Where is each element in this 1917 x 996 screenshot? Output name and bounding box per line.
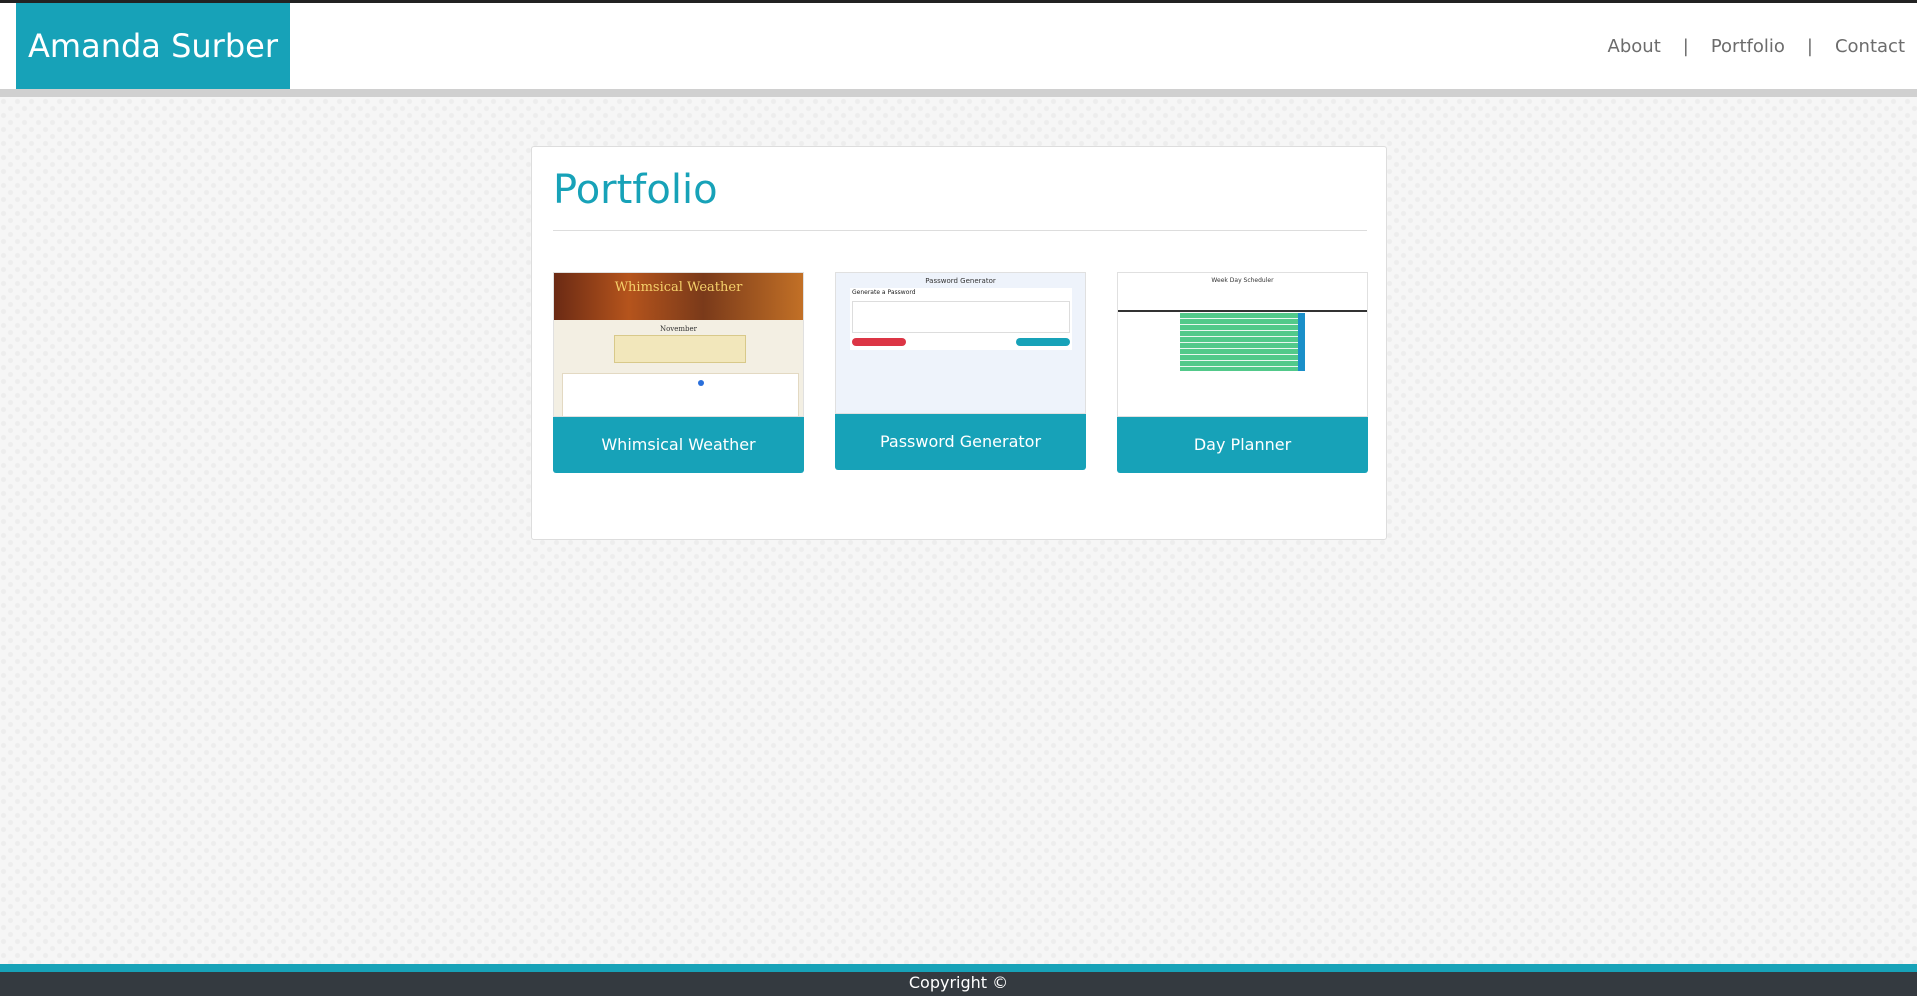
thumbnail-schedule-grid — [1180, 313, 1298, 371]
calendar-today-dot — [698, 380, 704, 386]
title-divider — [553, 230, 1367, 231]
thumbnail-generate-button — [852, 338, 906, 346]
nav-contact[interactable]: Contact — [1835, 36, 1905, 57]
nav-portfolio[interactable]: Portfolio — [1711, 36, 1785, 57]
thumbnail-calendar — [562, 373, 799, 416]
project-thumbnail[interactable]: Password Generator Generate a Password — [835, 272, 1086, 414]
brand-logo[interactable]: Amanda Surber — [16, 3, 290, 89]
project-thumbnail[interactable]: Week Day Scheduler — [1117, 272, 1368, 417]
portfolio-card: Portfolio Whimsical Weather November Whi… — [531, 146, 1387, 540]
thumbnail-panel-title: Generate a Password — [852, 289, 916, 296]
site-footer: Copyright © — [0, 964, 1917, 996]
thumbnail-month: November — [659, 325, 698, 333]
thumbnail-title: Week Day Scheduler — [1211, 277, 1274, 284]
main-nav: About | Portfolio | Contact — [1608, 3, 1905, 89]
thumbnail-search-box — [614, 335, 746, 363]
site-header: Amanda Surber About | Portfolio | Contac… — [0, 3, 1917, 97]
project-card-password-generator[interactable]: Password Generator Generate a Password P… — [835, 272, 1086, 470]
thumbnail-save-column — [1298, 313, 1305, 371]
thumbnail-divider — [1118, 310, 1367, 312]
project-card-day-planner[interactable]: Week Day Scheduler Day Planner — [1117, 272, 1368, 473]
thumbnail-textbox — [852, 301, 1070, 333]
thumbnail-copy-button — [1016, 338, 1070, 346]
project-label[interactable]: Day Planner — [1117, 417, 1368, 473]
project-label[interactable]: Password Generator — [835, 414, 1086, 470]
thumbnail-banner: Whimsical Weather — [554, 273, 803, 320]
project-thumbnail[interactable]: Whimsical Weather November — [553, 272, 804, 417]
nav-separator: | — [1806, 35, 1813, 57]
nav-about[interactable]: About — [1608, 36, 1661, 57]
project-label[interactable]: Whimsical Weather — [553, 417, 804, 473]
nav-separator: | — [1682, 35, 1689, 57]
thumbnail-title: Password Generator — [925, 277, 996, 285]
page-title: Portfolio — [553, 167, 718, 213]
project-card-whimsical-weather[interactable]: Whimsical Weather November Whimsical Wea… — [553, 272, 804, 473]
copyright-text: Copyright © — [908, 973, 1009, 992]
